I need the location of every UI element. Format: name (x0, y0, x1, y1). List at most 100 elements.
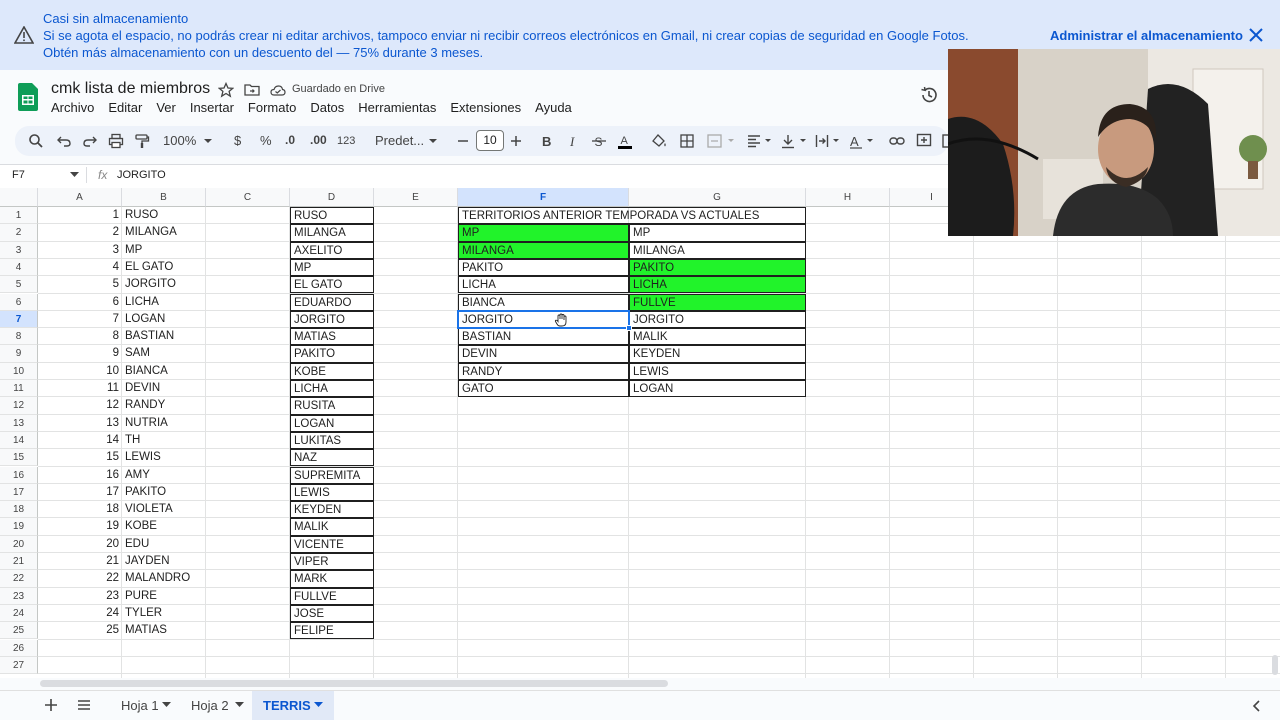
cell-a5[interactable]: 5 (38, 276, 122, 293)
cell-b5[interactable]: JORGITO (122, 276, 206, 293)
star-icon[interactable] (218, 82, 234, 98)
cell-b7[interactable]: LOGAN (122, 311, 206, 328)
row-header-12[interactable]: 12 (0, 397, 38, 415)
cell-a18[interactable]: 18 (38, 501, 122, 518)
cell-a20[interactable]: 20 (38, 536, 122, 553)
cell-d16[interactable]: SUPREMITA (290, 466, 374, 484)
merge-cells-icon[interactable] (707, 133, 737, 149)
comment-icon[interactable] (916, 133, 932, 149)
row-header-26[interactable]: 26 (0, 639, 38, 657)
cell-b13[interactable]: NUTRIA (122, 415, 206, 432)
text-rotation-icon[interactable]: A (849, 133, 877, 149)
cell-d20[interactable]: VICENTE (290, 535, 374, 553)
cell-b3[interactable]: MP (122, 242, 206, 259)
cell-b11[interactable]: DEVIN (122, 380, 206, 397)
link-icon[interactable] (889, 133, 905, 149)
print-icon[interactable] (108, 133, 124, 149)
cell-d15[interactable]: NAZ (290, 449, 374, 467)
search-icon[interactable] (28, 133, 44, 149)
strikethrough-icon[interactable]: S (591, 133, 607, 149)
percent-format-button[interactable]: % (260, 133, 272, 148)
all-sheets-icon[interactable] (77, 698, 91, 712)
row-header-5[interactable]: 5 (0, 276, 38, 294)
cell-g4[interactable]: PAKITO (629, 258, 806, 277)
cell-g5[interactable]: LICHA (629, 276, 806, 294)
cell-f8[interactable]: BASTIAN (458, 328, 629, 346)
chevron-left-icon[interactable] (1252, 700, 1262, 712)
cell-b23[interactable]: PURE (122, 588, 206, 605)
cell-d25[interactable]: FELIPE (290, 622, 374, 640)
add-sheet-icon[interactable] (44, 698, 58, 712)
version-history-icon[interactable] (920, 86, 938, 104)
chevron-down-icon[interactable] (235, 702, 244, 708)
cell-f4[interactable]: PAKITO (458, 258, 629, 277)
row-header-4[interactable]: 4 (0, 258, 38, 277)
cell-b10[interactable]: BIANCA (122, 363, 206, 380)
row-header-3[interactable]: 3 (0, 241, 38, 259)
row-header-23[interactable]: 23 (0, 587, 38, 605)
menu-extensiones[interactable]: Extensiones (450, 100, 521, 115)
cell-d10[interactable]: KOBE (290, 362, 374, 380)
cell-a9[interactable]: 9 (38, 345, 122, 362)
menu-insertar[interactable]: Insertar (190, 100, 234, 115)
sheets-logo-icon[interactable] (18, 83, 38, 111)
row-header-10[interactable]: 10 (0, 362, 38, 380)
cell-d21[interactable]: VIPER (290, 553, 374, 571)
selected-cell-f7[interactable] (457, 309, 630, 330)
cell-d17[interactable]: LEWIS (290, 483, 374, 502)
cell-b18[interactable]: VIOLETA (122, 501, 206, 518)
cell-a25[interactable]: 25 (38, 622, 122, 639)
row-header-19[interactable]: 19 (0, 518, 38, 536)
vertical-align-icon[interactable] (781, 133, 809, 149)
zoom-select[interactable]: 100% (163, 133, 196, 148)
column-header-e[interactable]: E (374, 188, 458, 207)
row-header-15[interactable]: 15 (0, 449, 38, 467)
cell-f6[interactable]: BIANCA (458, 293, 629, 311)
horizontal-scrollbar[interactable] (40, 680, 668, 687)
cell-b25[interactable]: MATIAS (122, 622, 206, 639)
cell-g8[interactable]: MALIK (629, 328, 806, 346)
cell-a12[interactable]: 12 (38, 397, 122, 414)
cell-g7[interactable]: JORGITO (629, 310, 806, 329)
cell-g2[interactable]: MP (629, 224, 806, 242)
row-header-16[interactable]: 16 (0, 466, 38, 484)
cell-d18[interactable]: KEYDEN (290, 501, 374, 519)
menu-formato[interactable]: Formato (248, 100, 296, 115)
column-header-c[interactable]: C (206, 188, 290, 207)
cell-d11[interactable]: LICHA (290, 380, 374, 398)
row-header-20[interactable]: 20 (0, 535, 38, 553)
cell-d7[interactable]: JORGITO (290, 310, 374, 329)
cell-d13[interactable]: LOGAN (290, 414, 374, 432)
cell-a16[interactable]: 16 (38, 467, 122, 484)
row-header-21[interactable]: 21 (0, 553, 38, 571)
cell-d9[interactable]: PAKITO (290, 345, 374, 363)
cell-d24[interactable]: JOSE (290, 604, 374, 623)
cell-a7[interactable]: 7 (38, 311, 122, 328)
bold-icon[interactable]: B (538, 133, 554, 149)
undo-icon[interactable] (56, 133, 72, 149)
cell-d12[interactable]: RUSITA (290, 397, 374, 415)
column-header-g[interactable]: G (629, 188, 806, 207)
cell-a21[interactable]: 21 (38, 553, 122, 570)
document-title[interactable]: cmk lista de miembros (51, 80, 210, 98)
chevron-down-icon[interactable] (203, 133, 213, 149)
cell-a2[interactable]: 2 (38, 224, 122, 241)
chevron-down-icon[interactable] (70, 172, 79, 178)
cell-a4[interactable]: 4 (38, 259, 122, 276)
menu-herramientas[interactable]: Herramientas (358, 100, 436, 115)
cell-f5[interactable]: LICHA (458, 276, 629, 294)
cell-b14[interactable]: TH (122, 432, 206, 449)
cell-d4[interactable]: MP (290, 258, 374, 277)
name-box[interactable]: F7 (12, 169, 25, 181)
cell-a3[interactable]: 3 (38, 242, 122, 259)
cell-a10[interactable]: 10 (38, 363, 122, 380)
menu-archivo[interactable]: Archivo (51, 100, 94, 115)
cell-b6[interactable]: LICHA (122, 294, 206, 311)
cell-a1[interactable]: 1 (38, 207, 122, 224)
cell-d1[interactable]: RUSO (290, 207, 374, 225)
spreadsheet-grid[interactable]: A B C D E F G H I 1 2 3 4 5 6 7 8 9 10 11 12 13 14 15 1… (0, 188, 1280, 678)
cell-d6[interactable]: EDUARDO (290, 293, 374, 311)
column-header-b[interactable]: B (122, 188, 206, 207)
sheet-tab-hoja-2[interactable]: Hoja 2 (191, 698, 229, 713)
cell-a22[interactable]: 22 (38, 570, 122, 587)
